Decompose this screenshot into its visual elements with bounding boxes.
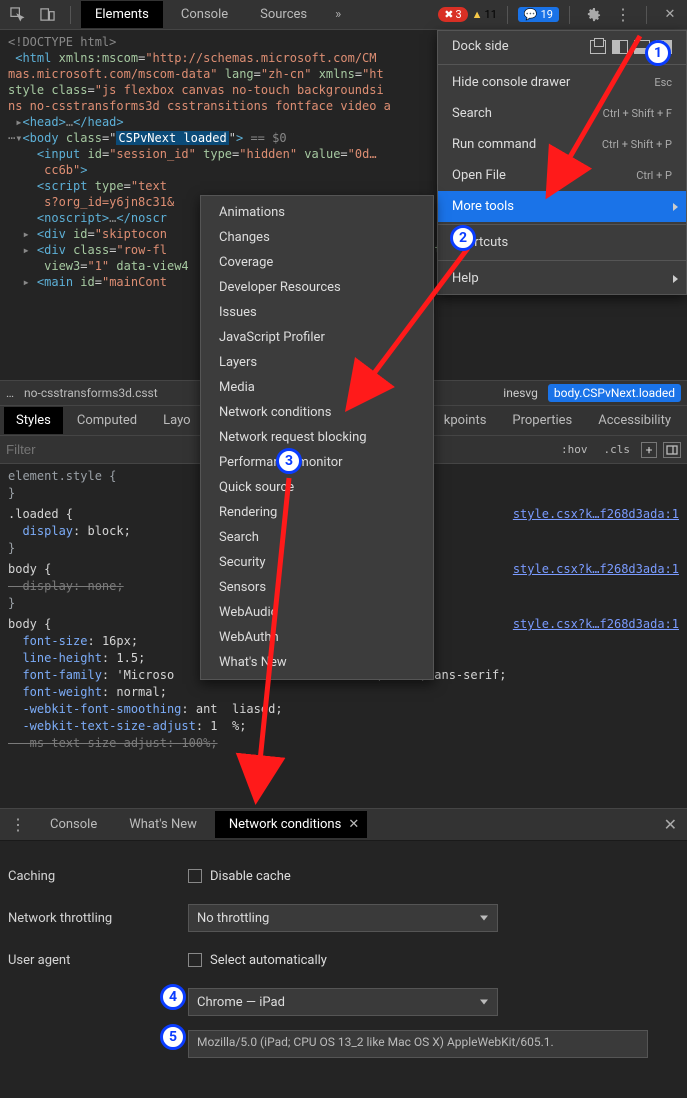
drawer-tab-network-conditions[interactable]: Network conditions✕ xyxy=(215,811,367,838)
tab-elements[interactable]: Elements xyxy=(81,1,163,28)
gear-icon[interactable] xyxy=(580,2,606,28)
user-agent-string-input[interactable]: Mozilla/5.0 (iPad; CPU OS 13_2 like Mac … xyxy=(188,1030,648,1058)
dock-left-icon[interactable] xyxy=(612,40,628,54)
tab-accessibility[interactable]: Accessibility xyxy=(586,407,683,434)
label-caching: Caching xyxy=(8,869,188,884)
submenu-item-rendering[interactable]: Rendering xyxy=(201,500,433,525)
tab-properties[interactable]: Properties xyxy=(500,407,584,434)
device-toggle-icon[interactable] xyxy=(34,2,60,28)
submenu-item-sensors[interactable]: Sensors xyxy=(201,575,433,600)
menu-hide-console[interactable]: Hide console drawerEsc xyxy=(438,67,686,98)
submenu-item-webauthn[interactable]: WebAuthn xyxy=(201,625,433,650)
source-link[interactable]: style.csx?k…f268d3ada:1 xyxy=(513,561,679,578)
error-count-badge[interactable]: ✖3 xyxy=(438,7,467,22)
label-throttling: Network throttling xyxy=(8,911,188,926)
new-style-rule-icon[interactable]: + xyxy=(641,442,657,458)
submenu-item-performance-monitor[interactable]: Performance monitor xyxy=(201,450,433,475)
submenu-item-javascript-profiler[interactable]: JavaScript Profiler xyxy=(201,325,433,350)
dock-undock-icon[interactable] xyxy=(590,40,606,54)
network-conditions-panel: Caching Disable cache Network throttling… xyxy=(0,841,687,1098)
close-icon[interactable]: ✕ xyxy=(657,2,683,28)
submenu-item-coverage[interactable]: Coverage xyxy=(201,250,433,275)
submenu-item-media[interactable]: Media xyxy=(201,375,433,400)
separator xyxy=(70,6,71,24)
submenu-item-what-s-new[interactable]: What's New xyxy=(201,650,433,675)
submenu-item-animations[interactable]: Animations xyxy=(201,200,433,225)
drawer-tab-console[interactable]: Console xyxy=(36,811,111,838)
menu-help[interactable]: Help xyxy=(438,263,686,294)
submenu-item-security[interactable]: Security xyxy=(201,550,433,575)
drawer-tab-whatsnew[interactable]: What's New xyxy=(115,811,211,838)
submenu-item-layers[interactable]: Layers xyxy=(201,350,433,375)
tab-console[interactable]: Console xyxy=(167,1,242,28)
tab-styles[interactable]: Styles xyxy=(4,407,63,434)
submenu-item-webaudio[interactable]: WebAudio xyxy=(201,600,433,625)
inspect-icon[interactable] xyxy=(4,2,30,28)
source-link[interactable]: style.csx?k…f268d3ada:1 xyxy=(513,506,679,523)
submenu-item-issues[interactable]: Issues xyxy=(201,300,433,325)
submenu-item-network-conditions[interactable]: Network conditions xyxy=(201,400,433,425)
tab-layout[interactable]: Layo xyxy=(151,407,202,434)
disable-cache-label: Disable cache xyxy=(210,869,291,884)
css-declaration[interactable]: -webkit-font-smoothing: ant liased; xyxy=(8,701,679,718)
styles-filter-input[interactable] xyxy=(6,442,183,457)
ua-auto-checkbox[interactable] xyxy=(188,953,202,967)
crumb-item[interactable]: no-csstransforms3d.csst xyxy=(24,386,158,400)
menu-search[interactable]: SearchCtrl + Shift + F xyxy=(438,98,686,129)
css-declaration[interactable]: font-weight: normal; xyxy=(8,684,679,701)
warning-count-badge[interactable]: ▲11 xyxy=(472,8,497,21)
devtools-tabstrip: Elements Console Sources » ✖3 ▲11 💬19 ⋮ … xyxy=(0,0,687,30)
cls-toggle[interactable]: .cls xyxy=(599,441,636,458)
submenu-item-changes[interactable]: Changes xyxy=(201,225,433,250)
issues-count-badge[interactable]: 💬19 xyxy=(518,7,559,22)
crumb-item[interactable]: inesvg xyxy=(503,386,538,400)
menu-run-command[interactable]: Run commandCtrl + Shift + P xyxy=(438,129,686,160)
drawer-kebab-icon[interactable]: ⋮ xyxy=(4,817,32,833)
submenu-item-search[interactable]: Search xyxy=(201,525,433,550)
devtools-main-menu: Dock side Hide console drawerEsc SearchC… xyxy=(437,30,687,295)
submenu-item-developer-resources[interactable]: Developer Resources xyxy=(201,275,433,300)
tab-computed[interactable]: Computed xyxy=(65,407,149,434)
label-user-agent: User agent xyxy=(8,953,188,968)
throttling-select[interactable]: No throttling xyxy=(188,904,498,932)
annotation-bubble-1: 1 xyxy=(645,40,671,66)
annotation-bubble-5: 5 xyxy=(160,1024,186,1050)
source-link[interactable]: style.csx?k…f268d3ada:1 xyxy=(513,616,679,633)
separator xyxy=(646,6,647,24)
disable-cache-checkbox[interactable] xyxy=(188,869,202,883)
annotation-bubble-2: 2 xyxy=(450,225,476,251)
css-declaration[interactable]: -ms-text-size-adjust: 100%; xyxy=(8,735,679,752)
annotation-bubble-3: 3 xyxy=(276,448,302,474)
crumb-dots: … xyxy=(6,386,14,400)
close-icon[interactable]: ✕ xyxy=(348,817,359,832)
css-declaration[interactable]: -webkit-text-size-adjust: 1 %; xyxy=(8,718,679,735)
more-tools-submenu: AnimationsChangesCoverageDeveloper Resou… xyxy=(200,195,434,680)
menu-open-file[interactable]: Open FileCtrl + P xyxy=(438,160,686,191)
ua-auto-label: Select automatically xyxy=(210,953,327,968)
tab-breakpoints[interactable]: kpoints xyxy=(432,407,499,434)
separator xyxy=(507,6,508,24)
hov-toggle[interactable]: :hov xyxy=(556,441,593,458)
kebab-menu-icon[interactable]: ⋮ xyxy=(610,2,636,28)
tab-sources[interactable]: Sources xyxy=(246,1,321,28)
annotation-bubble-4: 4 xyxy=(160,984,186,1010)
submenu-item-network-request-blocking[interactable]: Network request blocking xyxy=(201,425,433,450)
submenu-item-quick-source[interactable]: Quick source xyxy=(201,475,433,500)
crumb-selected[interactable]: body.CSPvNext.loaded xyxy=(548,384,681,402)
tabs-overflow-icon[interactable]: » xyxy=(325,7,351,22)
drawer-tabstrip: ⋮ Console What's New Network conditions✕… xyxy=(0,809,687,841)
user-agent-select[interactable]: Chrome — iPad xyxy=(188,988,498,1016)
computed-toggle-icon[interactable] xyxy=(663,442,681,458)
separator xyxy=(569,6,570,24)
drawer-close-icon[interactable]: ✕ xyxy=(658,817,683,833)
menu-more-tools[interactable]: More tools xyxy=(438,191,686,222)
devtools-drawer: ⋮ Console What's New Network conditions✕… xyxy=(0,808,687,1098)
